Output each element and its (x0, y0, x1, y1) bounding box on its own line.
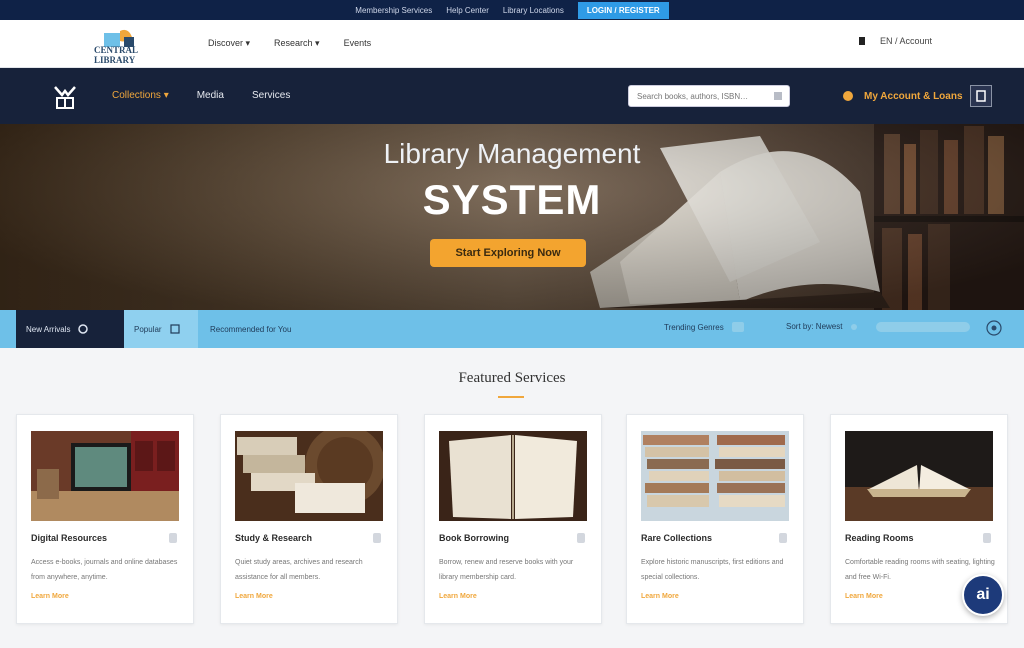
section-title-underline (498, 396, 524, 398)
sort-dropdown[interactable]: Sort by: Newest (786, 322, 858, 331)
learn-more-link[interactable]: Learn More (31, 593, 69, 600)
header-nav-events[interactable]: Events (344, 38, 372, 49)
service-card[interactable]: Study & Research Quiet study areas, arch… (220, 414, 398, 624)
filter-range-slider[interactable] (876, 322, 970, 332)
bookmark-icon[interactable] (577, 533, 585, 543)
user-icon[interactable] (858, 36, 866, 46)
start-exploring-button[interactable]: Start Exploring Now (430, 239, 586, 267)
card-description: Explore historic manuscripts, first edit… (641, 559, 784, 581)
card-image-book-stack (235, 431, 383, 521)
service-card[interactable]: Rare Collections Explore historic manusc… (626, 414, 804, 624)
book-icon (78, 324, 89, 334)
account-icon (843, 91, 853, 101)
hero-title: Library Management (383, 138, 641, 169)
chart-icon (731, 322, 744, 332)
primary-nav-menu: Collections ▾ Media Services (112, 90, 290, 101)
nav-item-collections[interactable]: Collections ▾ (112, 90, 169, 101)
category-tab-bar: New Arrivals Popular Recommended for You… (0, 310, 1024, 348)
tab-label: Recommended for You (210, 324, 292, 334)
nav-item-services[interactable]: Services (252, 90, 290, 101)
search-input[interactable] (629, 86, 759, 107)
service-card[interactable]: Book Borrowing Borrow, renew and reserve… (424, 414, 602, 624)
sort-label: Sort by: Newest (786, 322, 843, 331)
account-area: My Account & Loans (842, 90, 963, 102)
card-image-book-on-table (845, 431, 993, 521)
chevron-down-icon (851, 323, 858, 330)
card-title: Book Borrowing (439, 533, 509, 543)
learn-more-link[interactable]: Learn More (439, 593, 477, 600)
hamburger-menu-button[interactable] (970, 85, 992, 107)
search-box (628, 85, 790, 107)
card-image-open-book (439, 431, 587, 521)
header-nav-research[interactable]: Research ▾ (274, 38, 320, 49)
language-account-link[interactable]: EN / Account (880, 36, 932, 46)
hero-banner: Library Management SYSTEM Start Explorin… (0, 124, 1024, 310)
topbar-link-membership[interactable]: Membership Services (355, 6, 432, 15)
card-description: Borrow, renew and reserve books with you… (439, 559, 574, 581)
bookmark-icon[interactable] (983, 533, 991, 543)
menu-icon (976, 90, 986, 102)
topbar-link-help[interactable]: Help Center (446, 6, 489, 15)
my-account-link[interactable]: My Account & Loans (864, 91, 963, 102)
primary-navbar: Collections ▾ Media Services My Account … (0, 68, 1024, 124)
bookmark-icon[interactable] (169, 533, 177, 543)
card-description: Quiet study areas, archives and research… (235, 559, 363, 581)
header-nav-discover[interactable]: Discover ▾ (208, 38, 250, 49)
header-right: EN / Account (858, 36, 932, 46)
card-title: Reading Rooms (845, 533, 914, 543)
card-title: Rare Collections (641, 533, 713, 543)
learn-more-link[interactable]: Learn More (845, 593, 883, 600)
tab-label: New Arrivals (26, 324, 71, 334)
login-register-button[interactable]: LOGIN / REGISTER (577, 1, 669, 19)
trending-genres[interactable]: Trending Genres (664, 322, 744, 332)
card-description: Access e-books, journals and online data… (31, 559, 178, 581)
site-logo[interactable]: CENTRAL LIBRARY (94, 29, 178, 65)
bookmark-icon[interactable] (373, 533, 381, 543)
section-title: Featured Services (458, 370, 566, 386)
bookmark-icon[interactable] (779, 533, 787, 543)
card-title: Study & Research (235, 533, 313, 543)
tab-new-arrivals[interactable]: New Arrivals (16, 310, 124, 348)
topbar-link-locations[interactable]: Library Locations (503, 6, 564, 15)
learn-more-link[interactable]: Learn More (641, 593, 679, 600)
card-image-book-piles (641, 431, 789, 521)
filter-icon[interactable] (986, 320, 1002, 336)
tab-recommended[interactable]: Recommended for You (200, 310, 310, 348)
top-utility-bar: Membership Services Help Center Library … (0, 0, 1024, 20)
header-nav: Discover ▾ Research ▾ Events (208, 38, 371, 49)
ai-chat-button[interactable]: ai (962, 574, 1004, 616)
tab-label: Popular (134, 324, 162, 334)
search-icon[interactable] (773, 91, 783, 101)
main-header: CENTRAL LIBRARY Discover ▾ Research ▾ Ev… (0, 20, 1024, 68)
nav-item-media[interactable]: Media (197, 90, 224, 101)
hero-subtitle: SYSTEM (422, 176, 602, 223)
service-card[interactable]: Digital Resources Access e-books, journa… (16, 414, 194, 624)
logo-text: CENTRAL LIBRARY (94, 45, 138, 65)
card-image-computer-desk (31, 431, 179, 521)
card-title: Digital Resources (31, 533, 108, 543)
trending-label: Trending Genres (664, 322, 724, 332)
library-emblem-icon[interactable] (52, 84, 78, 110)
tab-popular[interactable]: Popular (124, 310, 198, 348)
star-icon (169, 324, 180, 334)
learn-more-link[interactable]: Learn More (235, 593, 273, 600)
